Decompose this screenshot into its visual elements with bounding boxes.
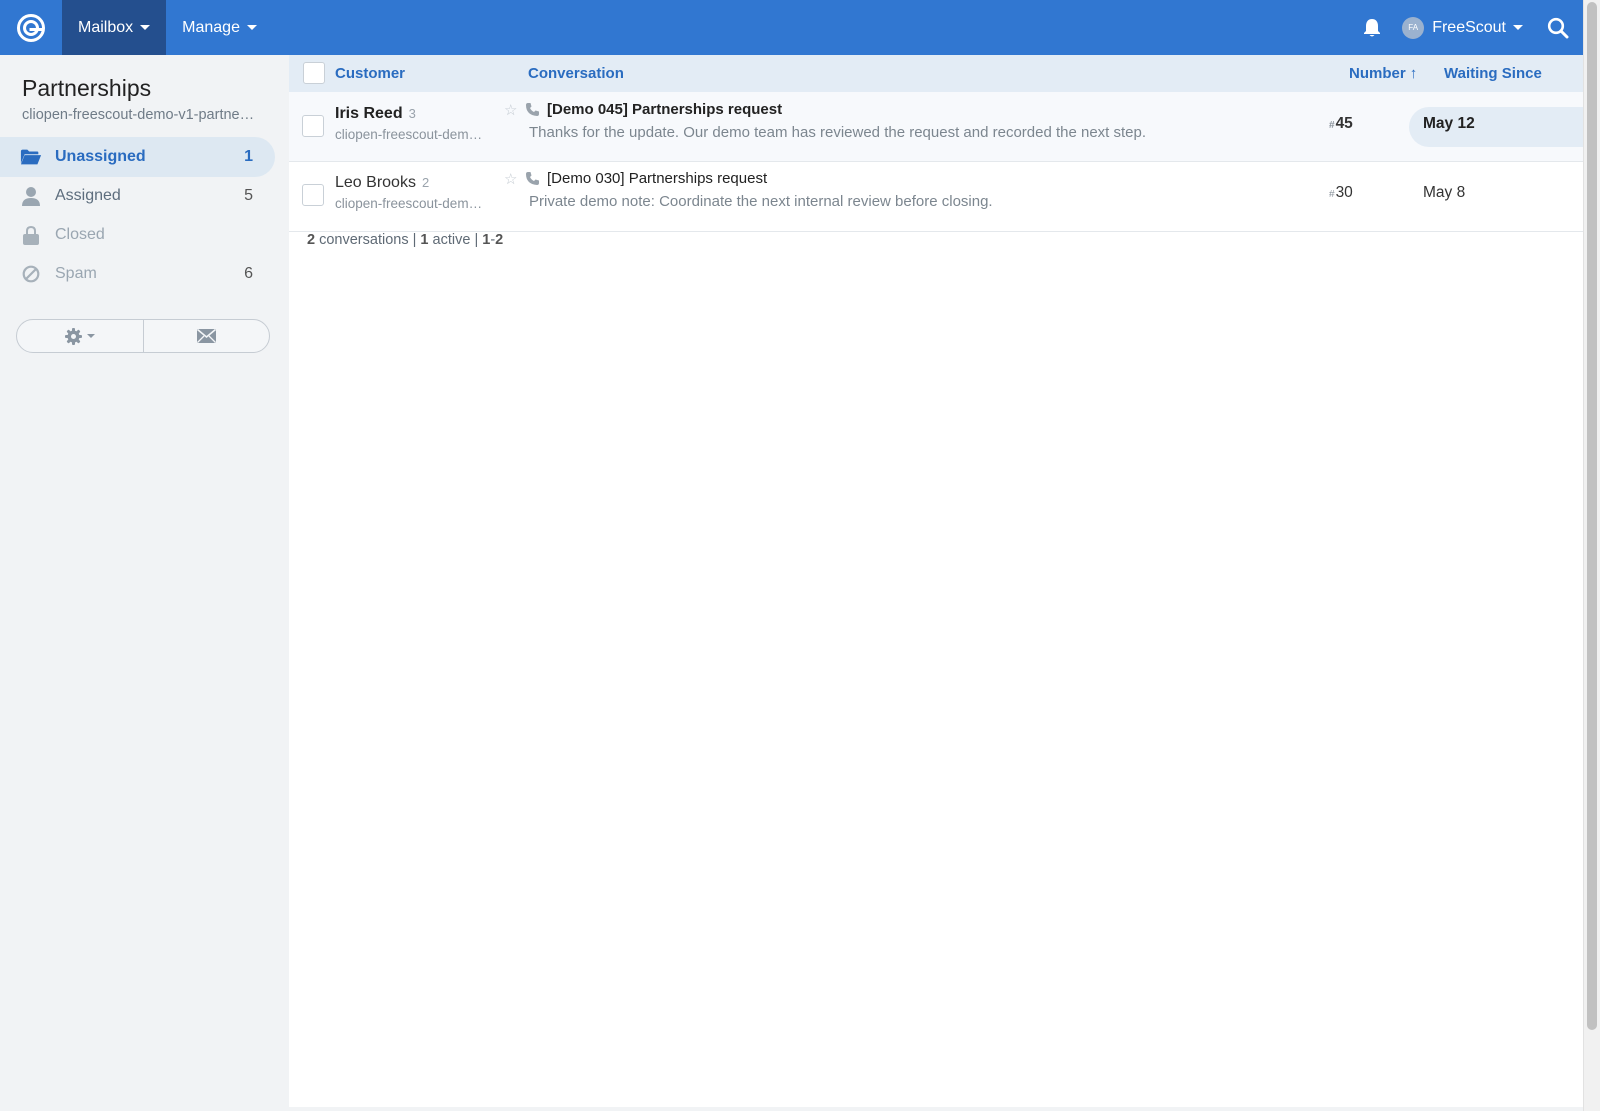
customer-conversation-count: 3 — [408, 106, 416, 121]
mailbox-title[interactable]: Partnerships — [22, 75, 151, 102]
search-icon[interactable] — [1533, 0, 1583, 55]
envelope-icon — [196, 329, 216, 343]
select-all-checkbox[interactable] — [303, 62, 325, 84]
gear-icon — [64, 327, 82, 345]
customer-name-label: Leo Brooks — [335, 174, 416, 191]
waiting-since-date: May 12 — [1423, 115, 1475, 132]
conversation-number-value: 30 — [1335, 184, 1353, 201]
freescout-logo-icon[interactable] — [0, 0, 62, 55]
hash-symbol: # — [1329, 189, 1335, 200]
user-name: FreeScout — [1432, 18, 1506, 36]
customer-conversation-count: 2 — [421, 175, 430, 190]
bell-icon[interactable] — [1342, 0, 1402, 55]
column-header-customer[interactable]: Customer — [335, 55, 405, 92]
active-label: active — [432, 232, 471, 248]
folder-count: 6 — [244, 265, 253, 282]
conversation-list-panel: Customer Conversation Number ↑ Waiting S… — [289, 55, 1583, 1107]
table-header: Customer Conversation Number ↑ Waiting S… — [289, 55, 1583, 92]
row-checkbox[interactable] — [302, 115, 324, 137]
mailbox-settings-button[interactable] — [17, 320, 143, 352]
nav-manage[interactable]: Manage — [166, 0, 273, 55]
chevron-down-icon — [246, 25, 257, 30]
sidebar-item-assigned[interactable]: Assigned 5 — [0, 176, 275, 216]
column-header-number-label: Number — [1349, 65, 1406, 82]
conversation-subject[interactable]: [Demo 045] Partnerships request — [547, 101, 782, 118]
conversation-subject[interactable]: [Demo 030] Partnerships request — [547, 170, 767, 187]
new-conversation-button[interactable] — [142, 320, 270, 352]
user-menu[interactable]: FA FreeScout — [1402, 16, 1533, 39]
customer-name-label: Iris Reed — [335, 105, 403, 122]
folder-count: 1 — [244, 148, 253, 165]
scrollbar-thumb[interactable] — [1587, 2, 1597, 1030]
phone-icon — [525, 171, 540, 191]
star-icon[interactable]: ☆ — [504, 170, 517, 188]
customer-name[interactable]: Leo Brooks 2 — [335, 174, 429, 192]
sort-arrow-icon: ↑ — [1409, 65, 1418, 82]
sidebar-actions — [16, 319, 270, 353]
nav-mailbox-label: Mailbox — [78, 18, 134, 36]
conversation-preview[interactable]: Thanks for the update. Our demo team has… — [529, 124, 1146, 141]
sidebar-item-label: Assigned — [55, 187, 121, 204]
phone-icon — [525, 102, 540, 122]
chevron-down-icon — [140, 25, 151, 30]
column-header-conversation[interactable]: Conversation — [528, 55, 624, 92]
nav-manage-label: Manage — [182, 18, 240, 36]
ban-icon — [20, 263, 42, 285]
chevron-down-icon — [86, 334, 95, 338]
active-count: 1 — [420, 232, 429, 248]
page-scrollbar[interactable] — [1583, 0, 1600, 1111]
sidebar-item-label: Closed — [55, 226, 105, 243]
lock-icon — [20, 224, 42, 246]
column-header-number[interactable]: Number ↑ — [1349, 55, 1417, 92]
customer-name[interactable]: Iris Reed 3 — [335, 105, 416, 123]
conversation-summary: 2 conversations | 1 active | 1-2 — [307, 232, 503, 248]
conversation-number: #45 — [1329, 115, 1353, 133]
range-end: 2 — [495, 232, 504, 248]
mailbox-email: cliopen-freescout-demo-v1-partnerships@e… — [22, 107, 257, 123]
sidebar: Partnerships cliopen-freescout-demo-v1-p… — [0, 55, 283, 1111]
customer-email: cliopen-freescout-demo-customer@example.… — [335, 127, 485, 142]
folder-count: 5 — [244, 187, 253, 204]
waiting-since-date: May 8 — [1423, 184, 1466, 201]
column-header-waiting-since[interactable]: Waiting Since — [1444, 55, 1542, 92]
total-label: conversations — [319, 232, 409, 248]
table-row[interactable]: Iris Reed 3 cliopen-freescout-demo-custom… — [289, 92, 1583, 162]
avatar: FA — [1402, 16, 1425, 39]
conversation-number: #30 — [1329, 184, 1353, 202]
conversation-preview[interactable]: Private demo note: Coordinate the next i… — [529, 193, 993, 210]
star-icon[interactable]: ☆ — [504, 101, 517, 119]
customer-email: cliopen-freescout-demo-customer@example.… — [335, 196, 485, 211]
nav-mailbox[interactable]: Mailbox — [62, 0, 167, 55]
user-icon — [20, 185, 42, 207]
table-row[interactable]: Leo Brooks 2 cliopen-freescout-demo-custo… — [289, 162, 1583, 232]
chevron-down-icon — [1513, 25, 1523, 30]
sidebar-item-spam[interactable]: Spam 6 — [0, 254, 275, 294]
total-count: 2 — [307, 232, 316, 248]
sidebar-item-closed[interactable]: Closed — [0, 215, 275, 255]
hash-symbol: # — [1329, 120, 1335, 131]
top-navbar: Mailbox Manage FA FreeScout — [0, 0, 1583, 55]
conversation-number-value: 45 — [1335, 115, 1353, 132]
folder-open-icon — [20, 146, 42, 168]
row-checkbox[interactable] — [302, 184, 324, 206]
sidebar-item-label: Unassigned — [55, 148, 146, 165]
sidebar-item-label: Spam — [55, 265, 97, 282]
sidebar-item-unassigned[interactable]: Unassigned 1 — [0, 137, 275, 177]
